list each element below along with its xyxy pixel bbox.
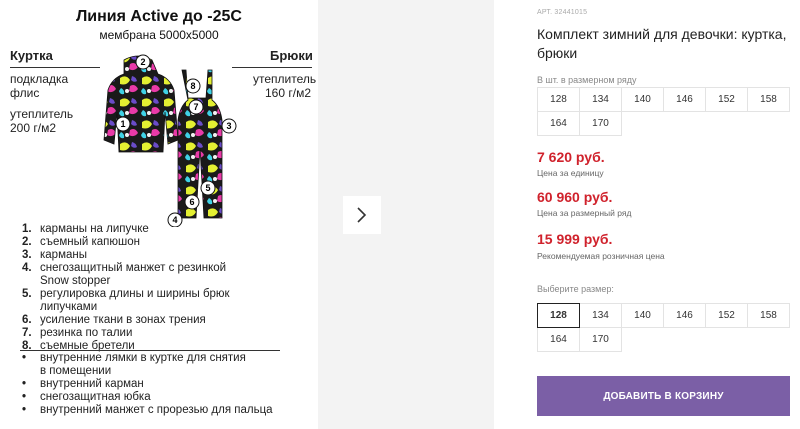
callout-label: 2 (140, 57, 145, 67)
feature-item: 5. регулировка длины и ширины брюк (22, 288, 230, 300)
size-row-cell: 164 (537, 111, 580, 136)
bullet-features: • внутренние лямки в куртке для снятия в … (22, 352, 273, 417)
article-number: АРТ. 32441015 (537, 9, 588, 16)
size-row-cell: 134 (579, 87, 622, 112)
select-size-label: Выберите размер: (537, 284, 614, 294)
feature-item: • внутренний карман (22, 378, 144, 390)
jacket-spec: 200 г/м2 (10, 121, 56, 135)
feature-item: • внутренний манжет с прорезью для пальца (22, 404, 273, 416)
size-row-price: 60 960 руб. (537, 189, 613, 205)
image-title: Линия Active до -25С (76, 8, 242, 25)
feature-item: 2. съемный капюшон (22, 236, 140, 248)
image-subtitle: мембрана 5000х5000 (99, 28, 219, 42)
retail-price: 15 999 руб. (537, 231, 613, 247)
outfit-illustration: 1 2 3 4 5 6 7 8 (103, 54, 237, 227)
callout-label: 7 (193, 102, 198, 112)
chevron-right-icon (357, 207, 367, 223)
feature-item: липучками (40, 301, 98, 313)
unit-price: 7 620 руб. (537, 149, 605, 165)
feature-item: в помещении (40, 365, 112, 377)
product-image: Линия Active до -25С мембрана 5000х5000 … (0, 0, 318, 429)
size-row-grid: 128 134 140 146 152 158 164 170 (537, 87, 790, 136)
size-option[interactable]: 140 (621, 303, 664, 328)
pants-spec: 160 г/м2 (265, 86, 311, 100)
feature-item: 1. карманы на липучке (22, 223, 149, 235)
feature-item: • снегозащитная юбка (22, 391, 151, 403)
callout-label: 3 (226, 121, 231, 131)
jacket-spec: флис (10, 86, 40, 100)
feature-item: Snow stopper (40, 275, 111, 287)
size-option[interactable]: 158 (747, 303, 790, 328)
size-option[interactable]: 134 (579, 303, 622, 328)
size-row-cell: 152 (705, 87, 748, 112)
size-row-cell: 170 (579, 111, 622, 136)
size-option[interactable]: 164 (537, 327, 580, 352)
product-title: Комплект зимний для девочки: куртка, брю… (537, 26, 787, 61)
feature-item: • внутренние лямки в куртке для снятия (22, 352, 246, 364)
size-option[interactable]: 152 (705, 303, 748, 328)
size-selector: 128 134 140 146 152 158 164 170 (537, 303, 790, 352)
callout-label: 8 (190, 81, 195, 91)
pants-spec: утеплитель (253, 72, 317, 86)
retail-price-note: Рекомендуемая розничная цена (537, 251, 665, 261)
numbered-features: 1. карманы на липучке 2. съемный капюшон 3… (22, 223, 230, 353)
add-to-cart-button[interactable]: ДОБАВИТЬ В КОРЗИНУ (537, 376, 790, 416)
size-row-price-note: Цена за размерный ряд (537, 208, 632, 218)
size-option[interactable]: 146 (663, 303, 706, 328)
divider (20, 350, 280, 351)
size-row-cell: 146 (663, 87, 706, 112)
size-row-label: В шт. в размерном ряду (537, 75, 637, 85)
jacket-header: Куртка (10, 48, 53, 63)
callout-label: 5 (205, 183, 210, 193)
feature-item: 4. снегозащитный манжет с резинкой (22, 262, 227, 274)
feature-item: 6. усиление ткани в зонах трения (22, 314, 206, 326)
jacket-spec: утеплитель (10, 107, 74, 121)
jacket-spec: подкладка (10, 72, 69, 86)
feature-item: 7. резинка по талии (22, 327, 133, 339)
size-option[interactable]: 170 (579, 327, 622, 352)
size-row-cell: 140 (621, 87, 664, 112)
size-option-selected[interactable]: 128 (537, 303, 580, 328)
pants-header: Брюки (270, 48, 313, 63)
feature-item: 3. карманы (22, 249, 87, 261)
divider (10, 67, 100, 68)
size-row-cell: 128 (537, 87, 580, 112)
callout-label: 6 (189, 197, 194, 207)
size-row-cell: 158 (747, 87, 790, 112)
unit-price-note: Цена за единицу (537, 168, 604, 178)
gallery-next-button[interactable] (343, 196, 381, 234)
callout-label: 1 (120, 119, 125, 129)
